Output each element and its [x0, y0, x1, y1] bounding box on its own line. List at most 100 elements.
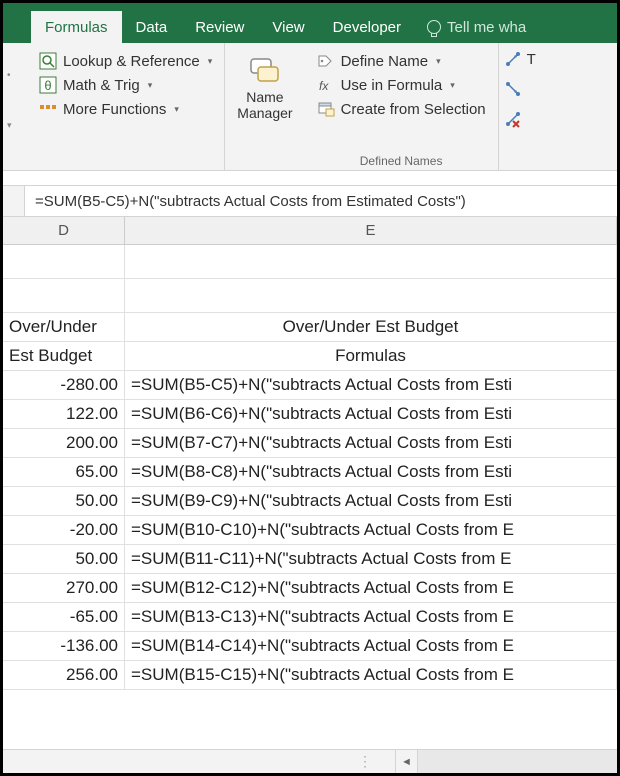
cell-e[interactable]: =SUM(B9-C9)+N("subtracts Actual Costs fr… — [125, 487, 617, 515]
use-in-formula-button[interactable]: fx Use in Formula ▾ — [315, 73, 488, 97]
create-from-selection-label: Create from Selection — [341, 101, 486, 118]
remove-arrows-button[interactable] — [503, 109, 536, 129]
cell-e[interactable]: =SUM(B12-C12)+N("subtracts Actual Costs … — [125, 574, 617, 602]
grid-row[interactable]: 256.00=SUM(B15-C15)+N("subtracts Actual … — [3, 661, 617, 690]
grid-row[interactable]: 200.00=SUM(B7-C7)+N("subtracts Actual Co… — [3, 429, 617, 458]
cell-e[interactable]: =SUM(B13-C13)+N("subtracts Actual Costs … — [125, 603, 617, 631]
name-manager-icon — [248, 53, 282, 87]
trace-dependents-button[interactable] — [503, 79, 536, 99]
formula-bar[interactable]: =SUM(B5-C5)+N("subtracts Actual Costs fr… — [3, 185, 617, 217]
lightbulb-icon — [427, 20, 441, 34]
column-headers: D E — [3, 217, 617, 245]
cell-d-header1[interactable]: Over/Under — [3, 313, 125, 341]
chevron-down-icon: ▾ — [174, 104, 179, 115]
math-label: Math & Trig — [63, 77, 140, 94]
trace-precedents-button[interactable]: T — [503, 49, 536, 69]
cell-d[interactable]: 270.00 — [3, 574, 125, 602]
scroll-left-button[interactable]: ◄ — [395, 750, 417, 773]
grid-row[interactable]: 65.00=SUM(B8-C8)+N("subtracts Actual Cos… — [3, 458, 617, 487]
trace-dependents-icon — [503, 79, 523, 99]
remove-arrows-icon — [503, 109, 523, 129]
grid-row[interactable]: 50.00=SUM(B11-C11)+N("subtracts Actual C… — [3, 545, 617, 574]
grid-row[interactable]: -20.00=SUM(B10-C10)+N("subtracts Actual … — [3, 516, 617, 545]
cell-d[interactable]: 65.00 — [3, 458, 125, 486]
name-manager-label-2: Manager — [237, 105, 292, 121]
col-header-e[interactable]: E — [125, 217, 617, 244]
formula-text[interactable]: =SUM(B5-C5)+N("subtracts Actual Costs fr… — [25, 193, 476, 210]
tell-me-label: Tell me wha — [447, 19, 526, 36]
cell-e[interactable]: =SUM(B7-C7)+N("subtracts Actual Costs fr… — [125, 429, 617, 457]
horizontal-scrollbar[interactable]: ⋮ ◄ — [3, 749, 617, 773]
cell-d[interactable]: -280.00 — [3, 371, 125, 399]
cell-d-blank[interactable] — [3, 279, 125, 312]
cell-d-header2[interactable]: Est Budget — [3, 342, 125, 370]
lookup-reference-button[interactable]: Lookup & Reference ▾ — [37, 49, 214, 73]
tab-developer[interactable]: Developer — [319, 11, 415, 43]
chevron-down-icon: ▾ — [436, 56, 441, 67]
cell-d[interactable]: -65.00 — [3, 603, 125, 631]
sheet-tab-area[interactable]: ⋮ — [3, 753, 395, 770]
scroll-track[interactable] — [417, 750, 617, 773]
ribbon-left-edge: • ▾ — [3, 43, 27, 170]
cell-d[interactable]: 50.00 — [3, 487, 125, 515]
chevron-down-icon: ▾ — [450, 80, 455, 91]
cell-e-blank[interactable] — [125, 279, 617, 312]
group-caption-placeholder — [37, 150, 214, 168]
grid-row[interactable]: 50.00=SUM(B9-C9)+N("subtracts Actual Cos… — [3, 487, 617, 516]
ribbon-tabs: Formulas Data Review View Developer Tell… — [3, 11, 617, 43]
lookup-label: Lookup & Reference — [63, 53, 200, 70]
grid-row-blank[interactable] — [3, 279, 617, 313]
define-name-button[interactable]: Define Name ▾ — [315, 49, 488, 73]
app-frame: Formulas Data Review View Developer Tell… — [0, 0, 620, 776]
more-functions-label: More Functions — [63, 101, 166, 118]
trace-t-label: T — [527, 51, 536, 68]
tab-review[interactable]: Review — [181, 11, 258, 43]
cell-e[interactable]: =SUM(B6-C6)+N("subtracts Actual Costs fr… — [125, 400, 617, 428]
grid-row[interactable]: -65.00=SUM(B13-C13)+N("subtracts Actual … — [3, 603, 617, 632]
tell-me-search[interactable]: Tell me wha — [415, 11, 617, 43]
cell-d[interactable]: 256.00 — [3, 661, 125, 689]
cell-e-blank[interactable] — [125, 245, 617, 278]
name-manager-button[interactable]: Name Manager — [231, 49, 298, 121]
lookup-icon — [39, 52, 57, 70]
grid-row[interactable]: 270.00=SUM(B12-C12)+N("subtracts Actual … — [3, 574, 617, 603]
col-header-d[interactable]: D — [3, 217, 125, 244]
cell-d[interactable]: 122.00 — [3, 400, 125, 428]
math-trig-button[interactable]: θ Math & Trig ▾ — [37, 73, 214, 97]
cell-d[interactable]: -136.00 — [3, 632, 125, 660]
grid-row-blank[interactable] — [3, 245, 617, 279]
tag-icon — [317, 52, 335, 70]
cell-e[interactable]: =SUM(B11-C11)+N("subtracts Actual Costs … — [125, 545, 617, 573]
cell-e-header2[interactable]: Formulas — [125, 342, 617, 370]
create-from-selection-button[interactable]: Create from Selection — [315, 97, 488, 121]
cell-d[interactable]: 50.00 — [3, 545, 125, 573]
svg-text:θ: θ — [44, 78, 51, 93]
svg-text:fx: fx — [319, 79, 329, 93]
create-selection-icon — [317, 100, 335, 118]
grid-row[interactable]: -136.00=SUM(B14-C14)+N("subtracts Actual… — [3, 632, 617, 661]
cell-e[interactable]: =SUM(B14-C14)+N("subtracts Actual Costs … — [125, 632, 617, 660]
tab-data[interactable]: Data — [122, 11, 182, 43]
grid-row[interactable]: -280.00=SUM(B5-C5)+N("subtracts Actual C… — [3, 371, 617, 400]
grid-row[interactable]: 122.00=SUM(B6-C6)+N("subtracts Actual Co… — [3, 400, 617, 429]
cell-e[interactable]: =SUM(B15-C15)+N("subtracts Actual Costs … — [125, 661, 617, 689]
cell-e[interactable]: =SUM(B10-C10)+N("subtracts Actual Costs … — [125, 516, 617, 544]
grid-row-header1[interactable]: Over/Under Over/Under Est Budget — [3, 313, 617, 342]
more-functions-button[interactable]: More Functions ▾ — [37, 97, 214, 121]
define-name-label: Define Name — [341, 53, 429, 70]
spreadsheet-grid[interactable]: Over/Under Over/Under Est Budget Est Bud… — [3, 245, 617, 690]
name-manager-label-1: Name — [246, 89, 283, 105]
titlebar — [3, 3, 617, 11]
cell-d-blank[interactable] — [3, 245, 125, 278]
formula-bar-left — [3, 186, 25, 216]
tab-view[interactable]: View — [258, 11, 318, 43]
cell-d[interactable]: 200.00 — [3, 429, 125, 457]
cell-e[interactable]: =SUM(B8-C8)+N("subtracts Actual Costs fr… — [125, 458, 617, 486]
cell-e[interactable]: =SUM(B5-C5)+N("subtracts Actual Costs fr… — [125, 371, 617, 399]
grid-row-header2[interactable]: Est Budget Formulas — [3, 342, 617, 371]
cell-d[interactable]: -20.00 — [3, 516, 125, 544]
tab-formulas[interactable]: Formulas — [31, 11, 122, 43]
cell-e-header1[interactable]: Over/Under Est Budget — [125, 313, 617, 341]
chevron-down-icon: ▾ — [208, 56, 213, 67]
ribbon: • ▾ Lookup & Reference ▾ θ Math & Trig ▾ — [3, 43, 617, 171]
